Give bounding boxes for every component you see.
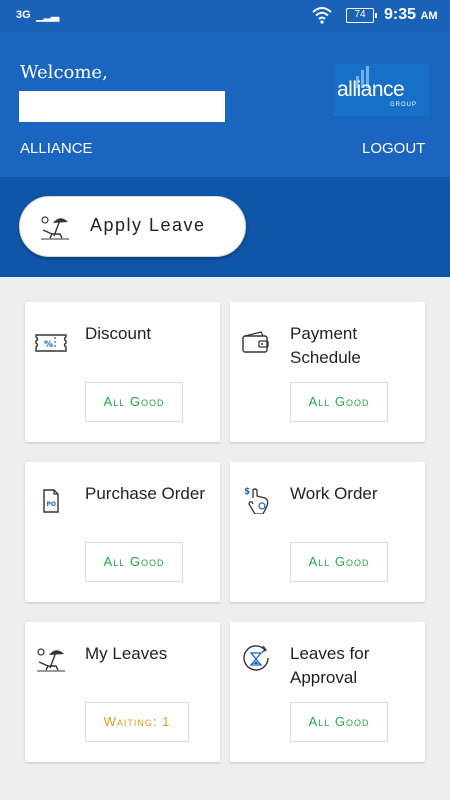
card-purchase-order[interactable]: PO Purchase Order All Good — [25, 462, 220, 602]
status-badge: All Good — [85, 542, 183, 582]
alliance-logo: alliance GROUP — [333, 64, 429, 116]
network-type: 3G — [16, 9, 31, 21]
user-name-field — [19, 91, 225, 122]
card-title: Work Order — [290, 484, 378, 503]
status-badge: All Good — [85, 382, 183, 422]
beach-umbrella-icon — [37, 648, 65, 672]
battery-indicator: 74 — [346, 8, 377, 23]
card-discount[interactable]: % Discount All Good — [25, 302, 220, 442]
apply-leave-button[interactable]: Apply Leave — [19, 196, 246, 257]
clock-ampm: AM — [420, 10, 438, 22]
beach-umbrella-icon — [41, 216, 69, 240]
apply-leave-band: Apply Leave — [0, 177, 450, 277]
logout-button[interactable]: LOGOUT — [362, 140, 425, 157]
wallet-icon — [242, 331, 269, 353]
status-bar: 3G ▁▂▃ 74 9:35 AM — [0, 0, 450, 32]
svg-text:$: $ — [244, 487, 250, 497]
clock: 9:35 AM — [384, 6, 438, 24]
status-badge: All Good — [290, 542, 388, 582]
welcome-text: Welcome, — [20, 62, 108, 83]
card-title: Leaves for Approval — [290, 644, 370, 687]
card-payment-schedule[interactable]: Payment Schedule All Good — [230, 302, 425, 442]
hourglass-refresh-icon — [243, 645, 269, 671]
card-title: Payment Schedule — [290, 324, 361, 367]
po-document-icon: PO — [43, 489, 59, 513]
card-title: Purchase Order — [85, 484, 205, 503]
card-title: Discount — [85, 324, 152, 343]
signal-icon: ▁▂▃ — [36, 10, 59, 22]
card-title: My Leaves — [85, 644, 168, 663]
discount-ticket-icon: % — [35, 334, 67, 352]
status-badge: All Good — [290, 702, 388, 742]
organization-label: ALLIANCE — [20, 140, 93, 157]
card-leaves-for-approval[interactable]: Leaves for Approval All Good — [230, 622, 425, 762]
svg-text:%: % — [44, 340, 53, 350]
svg-text:PO: PO — [47, 501, 57, 508]
status-badge: All Good — [290, 382, 388, 422]
card-work-order[interactable]: $ Work Order All Good — [230, 462, 425, 602]
logo-subtext: GROUP — [390, 102, 418, 108]
wifi-icon — [312, 7, 332, 24]
app-header: Welcome, alliance GROUP ALLIANCE LOGOUT — [0, 32, 450, 177]
clock-time: 9:35 — [384, 6, 417, 23]
card-my-leaves[interactable]: My Leaves Waiting: 1 — [25, 622, 220, 762]
apply-leave-label: Apply Leave — [90, 215, 206, 235]
logo-wordmark: alliance — [337, 78, 405, 101]
status-badge: Waiting: 1 — [85, 702, 189, 742]
work-order-icon: $ — [244, 487, 269, 514]
